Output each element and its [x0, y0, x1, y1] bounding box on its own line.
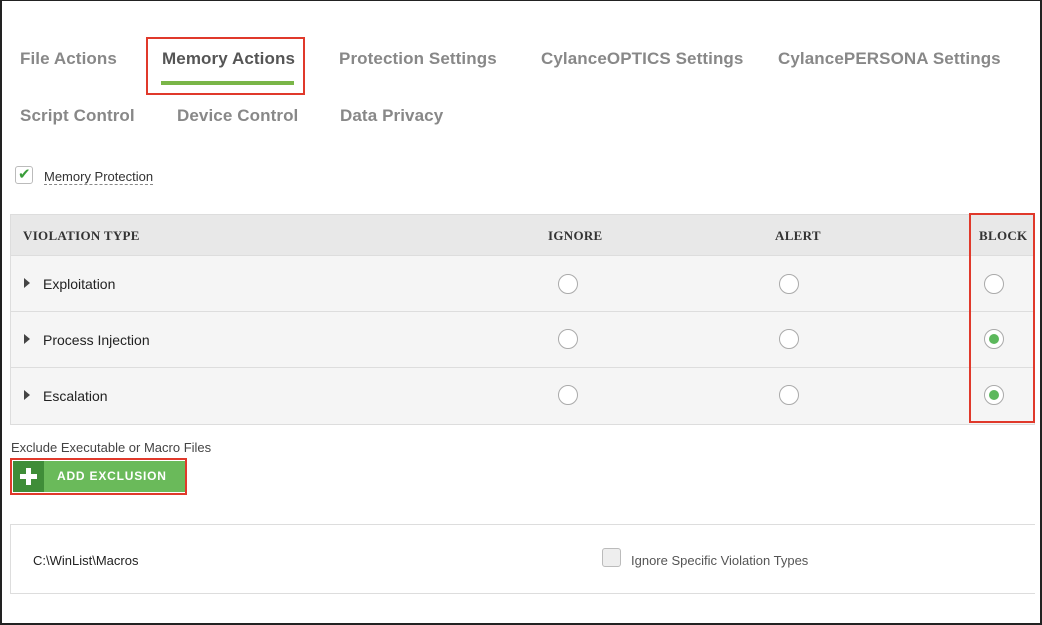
radio-ignore[interactable]	[558, 385, 578, 405]
radio-ignore[interactable]	[558, 329, 578, 349]
highlight-block-column	[969, 213, 1035, 423]
exclusions-section-label: Exclude Executable or Macro Files	[11, 440, 212, 455]
radio-alert[interactable]	[779, 329, 799, 349]
tab-protection-settings[interactable]: Protection Settings	[339, 49, 497, 69]
memory-protection-checkbox[interactable]: ✔	[15, 165, 33, 184]
table-row-exploitation: Exploitation	[11, 256, 1034, 312]
expand-caret-icon[interactable]	[24, 390, 30, 400]
row-label: Exploitation	[43, 276, 116, 292]
expand-caret-icon[interactable]	[24, 334, 30, 344]
row-label: Process Injection	[43, 332, 150, 348]
radio-alert[interactable]	[779, 385, 799, 405]
ignore-violation-types-checkbox[interactable]	[602, 548, 621, 567]
memory-protection-label: Memory Protection	[44, 169, 154, 185]
tab-cylancepersona-settings[interactable]: CylancePERSONA Settings	[778, 49, 1001, 69]
table-row-escalation: Escalation	[11, 368, 1034, 424]
violation-table: VIOLATION TYPE IGNORE ALERT BLOCK Exploi…	[10, 214, 1035, 425]
exclusion-item: C:\WinList\Macros Ignore Specific Violat…	[10, 524, 1035, 594]
header-alert: ALERT	[775, 228, 821, 243]
header-violation-type: VIOLATION TYPE	[23, 228, 140, 243]
radio-ignore[interactable]	[558, 274, 578, 294]
tab-device-control[interactable]: Device Control	[177, 106, 298, 126]
header-ignore: IGNORE	[548, 228, 603, 243]
highlight-add-exclusion	[10, 458, 187, 495]
tab-data-privacy[interactable]: Data Privacy	[340, 106, 443, 126]
row-label: Escalation	[43, 388, 108, 404]
check-icon: ✔	[18, 165, 31, 183]
tab-file-actions[interactable]: File Actions	[20, 49, 117, 69]
ignore-violation-types-label: Ignore Specific Violation Types	[631, 553, 809, 568]
tab-script-control[interactable]: Script Control	[20, 106, 135, 126]
highlight-memory-actions	[146, 37, 305, 95]
expand-caret-icon[interactable]	[24, 278, 30, 288]
table-header: VIOLATION TYPE IGNORE ALERT BLOCK	[11, 215, 1034, 256]
table-row-process-injection: Process Injection	[11, 312, 1034, 368]
radio-alert[interactable]	[779, 274, 799, 294]
exclusion-path: C:\WinList\Macros	[33, 553, 139, 568]
tab-cylanceoptics-settings[interactable]: CylanceOPTICS Settings	[541, 49, 743, 69]
